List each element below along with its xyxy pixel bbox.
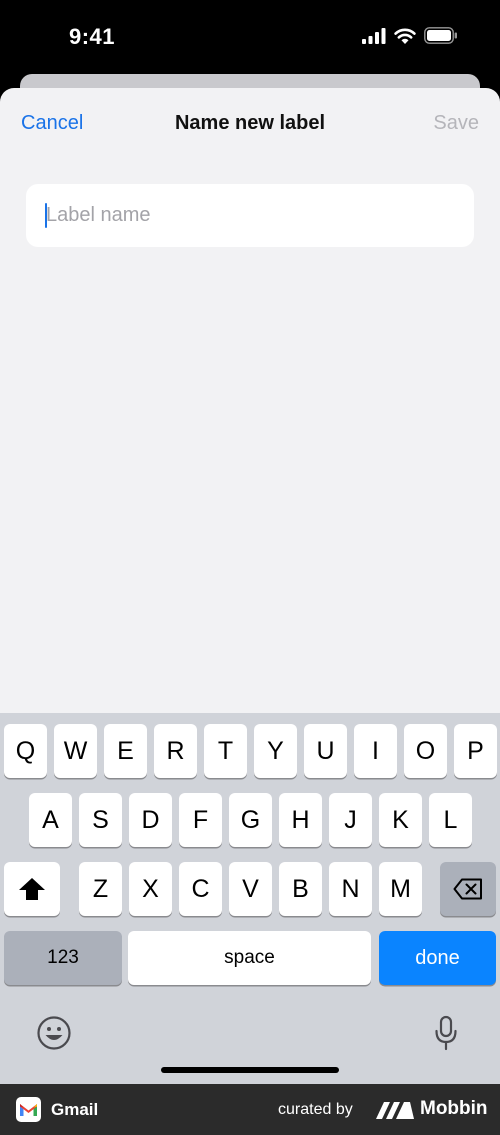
microphone-icon[interactable] — [434, 1015, 458, 1051]
gmail-m-icon — [20, 1104, 37, 1116]
key-p[interactable]: P — [454, 724, 497, 778]
key-z[interactable]: Z — [79, 862, 122, 916]
label-name-input[interactable] — [46, 184, 456, 247]
new-label-sheet: Cancel Name new label Save — [0, 88, 500, 713]
key-y[interactable]: Y — [254, 724, 297, 778]
shift-icon — [19, 878, 45, 900]
key-i[interactable]: I — [354, 724, 397, 778]
emoji-icon[interactable] — [36, 1015, 72, 1051]
backspace-key[interactable] — [440, 862, 496, 916]
key-j[interactable]: J — [329, 793, 372, 847]
status-time: 9:41 — [69, 24, 116, 49]
key-w[interactable]: W — [54, 724, 97, 778]
key-v[interactable]: V — [229, 862, 272, 916]
numbers-key[interactable]: 123 — [4, 931, 122, 985]
done-key[interactable]: done — [379, 931, 496, 985]
footer-curated-by: curated by — [278, 1101, 353, 1118]
battery-icon — [424, 27, 457, 44]
space-key[interactable]: space — [128, 931, 371, 985]
key-q[interactable]: Q — [4, 724, 47, 778]
status-icons — [362, 27, 458, 44]
key-h[interactable]: H — [279, 793, 322, 847]
footer-brand: Mobbin — [420, 1098, 488, 1119]
status-bar: 9:41 — [0, 0, 500, 75]
keyboard: Q W E R T Y U I O P A S D F G H J K L Z … — [0, 713, 500, 1084]
key-x[interactable]: X — [129, 862, 172, 916]
key-o[interactable]: O — [404, 724, 447, 778]
backspace-icon — [453, 878, 482, 900]
key-u[interactable]: U — [304, 724, 347, 778]
footer-bar: Gmail curated by Mobbin — [0, 1084, 500, 1135]
footer-app-name: Gmail — [51, 1100, 99, 1119]
key-s[interactable]: S — [79, 793, 122, 847]
key-a[interactable]: A — [29, 793, 72, 847]
text-caret — [45, 203, 47, 228]
key-c[interactable]: C — [179, 862, 222, 916]
key-f[interactable]: F — [179, 793, 222, 847]
page-title: Name new label — [174, 112, 326, 134]
key-d[interactable]: D — [129, 793, 172, 847]
key-l[interactable]: L — [429, 793, 472, 847]
gmail-logo — [16, 1097, 41, 1122]
wifi-icon — [394, 28, 416, 44]
key-t[interactable]: T — [204, 724, 247, 778]
cellular-signal-icon — [362, 27, 386, 44]
label-name-field[interactable] — [26, 184, 474, 247]
key-r[interactable]: R — [154, 724, 197, 778]
shift-key[interactable] — [4, 862, 60, 916]
save-button[interactable]: Save — [433, 112, 479, 135]
key-e[interactable]: E — [104, 724, 147, 778]
key-b[interactable]: B — [279, 862, 322, 916]
key-g[interactable]: G — [229, 793, 272, 847]
key-m[interactable]: M — [379, 862, 422, 916]
key-k[interactable]: K — [379, 793, 422, 847]
home-indicator — [161, 1067, 339, 1073]
key-n[interactable]: N — [329, 862, 372, 916]
mobbin-logo-icon — [376, 1102, 414, 1119]
